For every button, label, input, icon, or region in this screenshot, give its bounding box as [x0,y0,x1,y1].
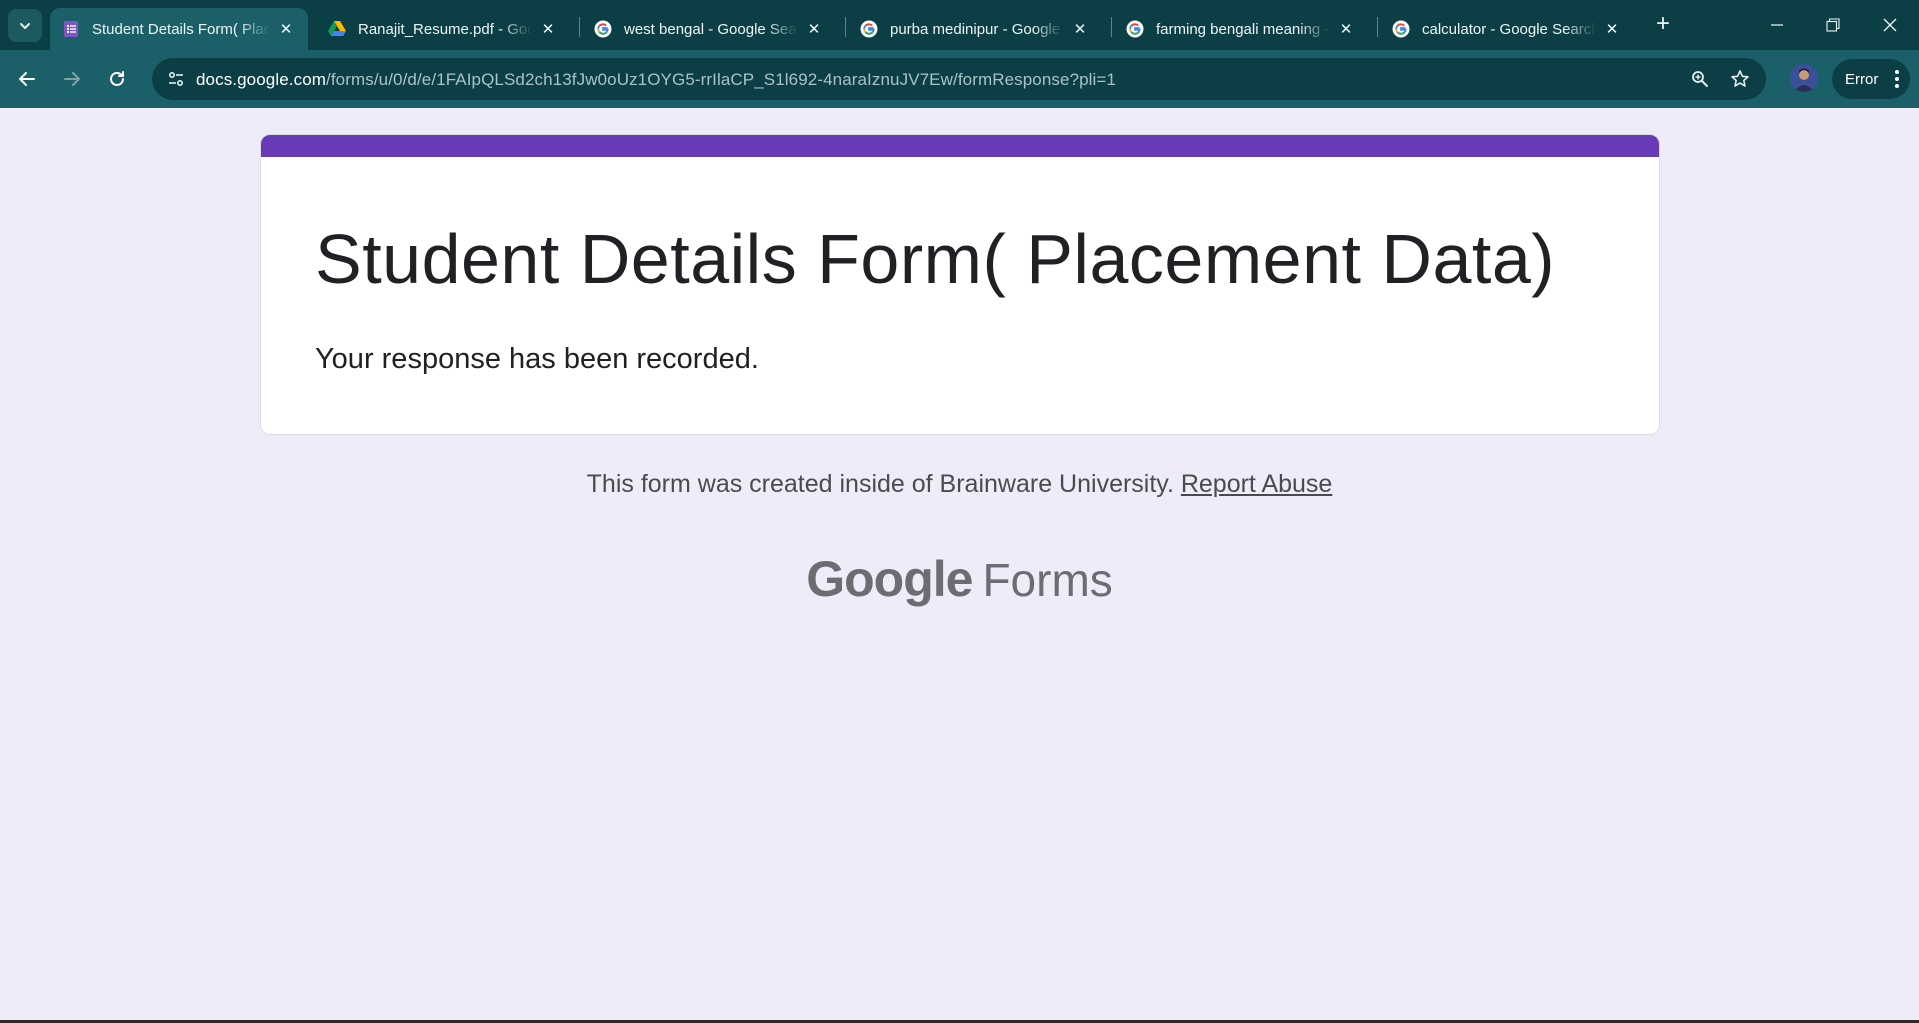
tab-farming-bengali-meaning[interactable]: farming bengali meaning - Google Search … [1114,8,1368,50]
tab-strip: Student Details Form( Placement Data) ✕ … [0,0,1919,50]
bookmark-star-icon[interactable] [1728,67,1752,91]
close-icon[interactable]: ✕ [1336,19,1356,39]
tab-west-bengal[interactable]: west bengal - Google Search ✕ [582,8,836,50]
close-icon[interactable]: ✕ [1070,19,1090,39]
close-icon[interactable]: ✕ [1602,19,1622,39]
url-host: docs.google.com [196,70,327,89]
google-g-icon [594,20,612,38]
url-path: /forms/u/0/d/e/1FAIpQLSd2ch13fJw0oUz1OYG… [326,70,1117,89]
avatar[interactable] [1790,64,1818,92]
close-icon[interactable]: ✕ [538,19,558,39]
restore-button[interactable] [1810,10,1856,40]
form-footer: This form was created inside of Brainwar… [0,470,1919,499]
tab-title: purba medinipur - Google Search [890,20,1064,38]
footer-text: This form was created inside of Brainwar… [586,470,1174,498]
arrow-left-icon [19,72,35,86]
new-tab-button[interactable]: + [1650,12,1676,38]
url-text[interactable]: docs.google.com/forms/u/0/d/e/1FAIpQLSd2… [196,70,1116,90]
tab-calculator[interactable]: calculator - Google Search ✕ [1380,8,1634,50]
browser-toolbar: docs.google.com/forms/u/0/d/e/1FAIpQLSd2… [0,50,1919,108]
minimize-button[interactable] [1754,10,1800,40]
google-g-icon [1392,20,1410,38]
profile-error-button[interactable]: Error [1832,59,1910,99]
google-forms-icon [62,20,80,38]
tab-separator [1111,17,1112,37]
more-vert-icon [1895,70,1899,88]
reload-button[interactable] [101,63,133,95]
restore-icon [1826,18,1840,32]
tab-title: Student Details Form( Placement Data) [92,20,270,38]
close-icon [1883,18,1897,32]
site-info-icon[interactable] [164,67,188,91]
google-g-icon [860,20,878,38]
tab-purba-medinipur[interactable]: purba medinipur - Google Search ✕ [848,8,1102,50]
page-title: Student Details Form( Placement Data) [315,220,1556,298]
tab-title: Ranajit_Resume.pdf - Google Drive [358,20,532,38]
tab-search-button[interactable] [8,9,42,42]
tab-title: calculator - Google Search [1422,20,1596,38]
tab-title: west bengal - Google Search [624,20,798,38]
close-icon[interactable]: ✕ [276,19,296,39]
tab-title: farming bengali meaning - Google Search [1156,20,1330,38]
form-confirmation-card: Student Details Form( Placement Data) Yo… [260,134,1660,435]
close-icon[interactable]: ✕ [804,19,824,39]
report-abuse-link[interactable]: Report Abuse [1181,470,1333,498]
zoom-icon[interactable] [1688,67,1712,91]
close-window-button[interactable] [1867,10,1913,40]
google-g-icon [1126,20,1144,38]
tab-separator [1377,17,1378,37]
brand-google: Google [806,551,973,607]
profile-status: Error [1845,70,1879,88]
confirmation-message: Your response has been recorded. [315,343,759,375]
brand-forms: Forms [982,554,1113,606]
tab-ranajit-resume[interactable]: Ranajit_Resume.pdf - Google Drive ✕ [316,8,570,50]
address-bar[interactable]: docs.google.com/forms/u/0/d/e/1FAIpQLSd2… [152,58,1766,100]
forward-button[interactable] [56,63,88,95]
arrow-right-icon [64,72,80,86]
tab-separator [579,17,580,37]
back-button[interactable] [11,63,43,95]
form-accent-bar [261,135,1659,157]
tab-separator [845,17,846,37]
tab-student-details-form[interactable]: Student Details Form( Placement Data) ✕ [50,8,308,50]
google-drive-icon [328,20,346,38]
google-forms-logo[interactable]: Google Forms [0,550,1919,608]
reload-icon [110,71,124,86]
minimize-icon [1771,24,1783,26]
chevron-down-icon [20,22,30,29]
